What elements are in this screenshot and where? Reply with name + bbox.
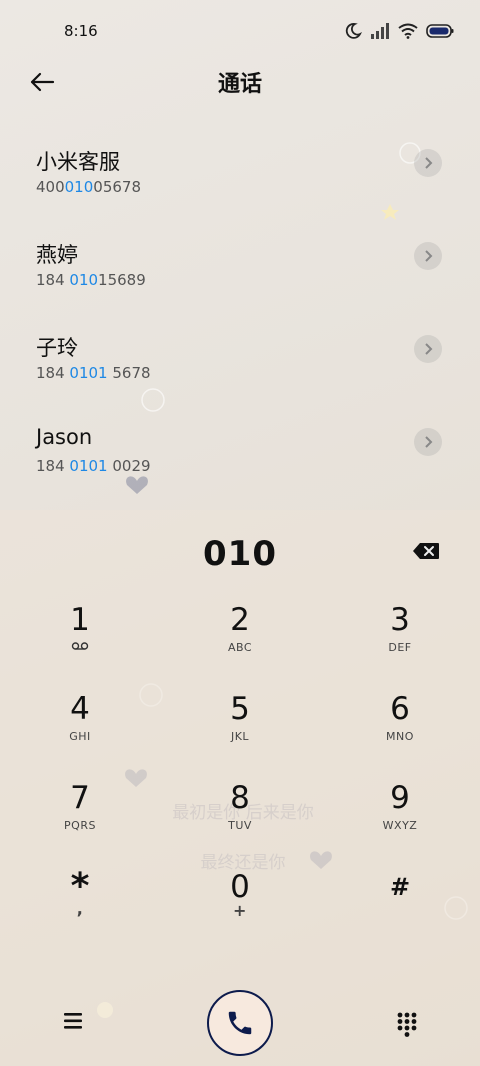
key-0[interactable]: 0 + [180, 867, 300, 947]
contact-detail-button[interactable] [414, 335, 442, 363]
key-letters: + [233, 901, 247, 920]
contact-detail-button[interactable] [414, 149, 442, 177]
page-title: 通话 [217, 72, 262, 97]
key-9[interactable]: 9 WXYZ [340, 778, 460, 858]
contact-number: 184 0101 5678 [36, 364, 151, 382]
key-letters: MNO [386, 730, 414, 743]
key-letters: PQRS [64, 819, 96, 832]
contact-number: 40001005678 [36, 178, 141, 196]
chevron-right-icon [425, 436, 433, 448]
bottom-bar [0, 970, 480, 1066]
contact-detail-button[interactable] [414, 242, 442, 270]
app-header: 通话 [0, 62, 480, 102]
key-5[interactable]: 5 JKL [180, 689, 300, 769]
key-digit: 6 [390, 691, 410, 727]
contact-name: Jason [36, 425, 93, 449]
chevron-right-icon [425, 157, 433, 169]
list-item[interactable]: Jason 184 0101 0029 [0, 409, 480, 502]
do-not-disturb-moon-icon [345, 23, 362, 39]
key-8[interactable]: 8 TUV [180, 778, 300, 858]
contact-name: 子玲 [36, 336, 78, 360]
phone-icon [228, 1011, 252, 1035]
contact-number: 184 01015689 [36, 271, 146, 289]
key-1[interactable]: 1 [20, 600, 140, 680]
contact-list: 小米客服 40001005678 燕婷 184 01015689 子玲 184 … [0, 130, 480, 502]
contact-name: 燕婷 [36, 243, 78, 267]
list-item[interactable]: 燕婷 184 01015689 [0, 223, 480, 316]
wifi-icon [398, 23, 418, 39]
key-letters: , [76, 899, 84, 918]
status-icons [344, 22, 454, 40]
key-letters: JKL [230, 730, 250, 743]
key-6[interactable]: 6 MNO [340, 689, 460, 769]
voicemail-icon [20, 641, 140, 654]
backspace-button[interactable] [412, 542, 442, 562]
dialpad-icon [397, 1012, 417, 1037]
contact-name: 小米客服 [36, 150, 120, 174]
list-item[interactable]: 子玲 184 0101 5678 [0, 316, 480, 409]
key-star[interactable]: * , [20, 867, 140, 947]
key-4[interactable]: 4 GHI [20, 689, 140, 769]
dial-input[interactable]: 010 [0, 534, 480, 574]
key-2[interactable]: 2 ABC [180, 600, 300, 680]
status-bar: 8:16 [0, 0, 480, 62]
call-button[interactable] [207, 990, 273, 1056]
key-letters: DEF [388, 641, 412, 654]
battery-icon [426, 24, 454, 38]
key-digit: 7 [70, 780, 90, 816]
chevron-right-icon [425, 250, 433, 262]
key-7[interactable]: 7 PQRS [20, 778, 140, 858]
key-hash[interactable]: # [340, 867, 460, 947]
key-digit: # [389, 873, 411, 901]
status-time: 8:16 [64, 22, 98, 40]
chevron-right-icon [425, 343, 433, 355]
key-digit: 5 [230, 691, 250, 727]
key-digit: 4 [70, 691, 90, 727]
key-letters: ABC [227, 641, 253, 654]
key-digit: 3 [390, 602, 410, 638]
menu-icon [64, 1013, 82, 1029]
key-3[interactable]: 3 DEF [340, 600, 460, 680]
contact-number: 184 0101 0029 [36, 457, 151, 475]
key-letters: WXYZ [382, 819, 418, 832]
key-digit: 1 [70, 602, 90, 638]
menu-button[interactable] [62, 1012, 86, 1034]
backspace-icon [413, 543, 439, 559]
keypad-toggle-button[interactable] [396, 1011, 418, 1037]
key-digit: 8 [230, 780, 250, 816]
key-letters: GHI [69, 730, 91, 743]
signal-icon [371, 23, 389, 39]
contact-detail-button[interactable] [414, 428, 442, 456]
key-letters: TUV [228, 819, 252, 832]
key-digit: 9 [390, 780, 410, 816]
list-item[interactable]: 小米客服 40001005678 [0, 130, 480, 223]
key-digit: 2 [230, 602, 250, 638]
